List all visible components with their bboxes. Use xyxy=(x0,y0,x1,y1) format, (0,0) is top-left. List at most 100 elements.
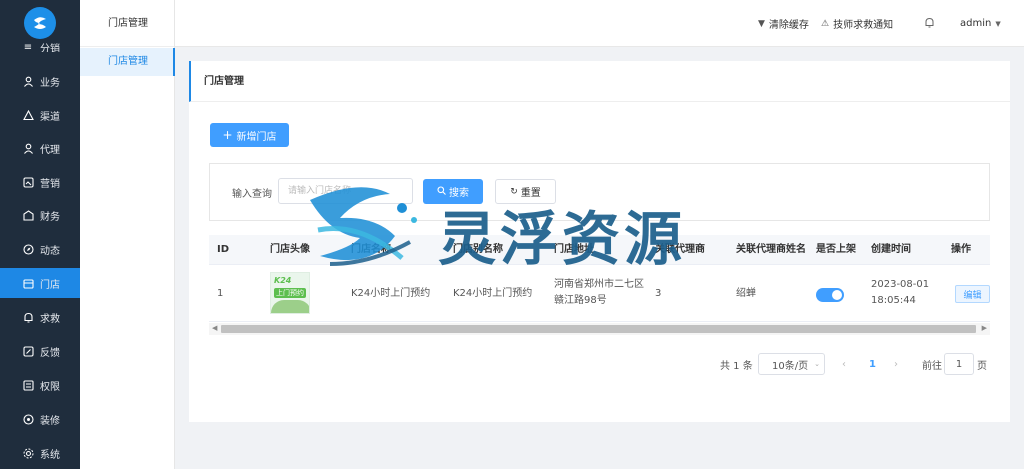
refresh-icon: ↻ xyxy=(510,186,518,197)
nav-item-label: 权限 xyxy=(40,381,60,393)
search-icon xyxy=(437,185,446,198)
goto-label: 前往 xyxy=(922,360,942,372)
horizontal-scrollbar[interactable]: ◀ ▶ xyxy=(209,323,990,335)
filter-panel: 输入查询 请输入门店名称 xyxy=(209,163,990,221)
nav-item-label: 分销 xyxy=(40,43,60,53)
column-header: ID xyxy=(217,244,230,255)
goto-page-input[interactable]: 1 xyxy=(944,353,974,375)
column-header: 关联代理商 xyxy=(655,244,705,255)
nav-item-business[interactable]: 业务 xyxy=(0,66,80,96)
nav-item-system[interactable]: 系统 xyxy=(0,438,80,468)
reset-button[interactable]: ↻ 重置 xyxy=(495,179,556,204)
finance-icon xyxy=(22,209,34,221)
nav-item-label: 门店 xyxy=(40,279,60,291)
column-header: 门店地址 xyxy=(554,244,594,255)
nav-item-label: 动态 xyxy=(40,245,60,257)
cell-address-line2: 赣江路98号 xyxy=(554,295,607,306)
column-header: 关联代理商姓名 xyxy=(736,244,806,255)
marketing-icon xyxy=(22,176,34,188)
scroll-right-icon[interactable]: ▶ xyxy=(982,324,987,332)
table-header: ID 门店头像 门店名称 门店别名称 门店地址 关联代理商 关联代理商姓名 是否… xyxy=(209,235,990,265)
sub-nav: 门店管理 门店管理 xyxy=(80,0,175,469)
column-header: 是否上架 xyxy=(816,244,856,255)
top-header: ▼ 清除缓存 ⚠ 技师求救通知 admin ▼ xyxy=(175,0,1024,47)
nav-item-label: 财务 xyxy=(40,211,60,223)
column-header: 门店名称 xyxy=(351,244,391,255)
clear-cache-label: 清除缓存 xyxy=(768,20,809,31)
avatar-caption: 上门预约 xyxy=(274,288,306,298)
sub-nav-item-store-management[interactable]: 门店管理 xyxy=(80,48,175,76)
scroll-left-icon[interactable]: ◀ xyxy=(212,324,217,332)
nav-item-channel[interactable]: 渠道 xyxy=(0,100,80,130)
avatar-brand: K24 xyxy=(274,276,292,285)
scrollbar-thumb[interactable] xyxy=(221,325,976,333)
caret-down-icon: ▼ xyxy=(995,19,1001,28)
nav-item-decoration[interactable]: 装修 xyxy=(0,404,80,434)
cell-agent-id: 3 xyxy=(655,288,662,299)
nav-item-agent[interactable]: 代理 xyxy=(0,133,80,163)
rescue-notice-button[interactable]: ⚠ 技师求救通知 xyxy=(821,0,893,47)
column-header: 门店头像 xyxy=(270,244,310,255)
user-menu[interactable]: admin ▼ xyxy=(960,0,1001,47)
search-input[interactable]: 请输入门店名称 xyxy=(278,178,413,204)
rescue-notice-label: 技师求救通知 xyxy=(833,20,894,31)
on-shelf-toggle[interactable] xyxy=(816,288,844,302)
nav-item-distribution[interactable]: ≡ 分销 xyxy=(0,40,80,53)
sub-nav-title: 门店管理 xyxy=(80,0,174,47)
nav-item-label: 渠道 xyxy=(40,111,60,123)
store-icon xyxy=(22,277,34,289)
cell-created-date: 2023-08-01 xyxy=(871,279,930,290)
distribution-icon: ≡ xyxy=(23,41,33,53)
store-avatar: K24 上门预约 xyxy=(270,272,310,314)
decoration-icon xyxy=(22,413,34,425)
clear-cache-button[interactable]: ▼ 清除缓存 xyxy=(758,0,809,47)
page-unit: 页 xyxy=(977,360,987,372)
nav-item-label: 营销 xyxy=(40,178,60,190)
prev-page-icon[interactable]: ‹ xyxy=(842,353,846,375)
alarm-icon: ⚠ xyxy=(821,18,830,29)
nav-item-label: 求救 xyxy=(40,313,60,325)
nav-item-feedback[interactable]: 反馈 xyxy=(0,336,80,366)
nav-item-store[interactable]: 门店 xyxy=(0,268,80,298)
bell-icon xyxy=(22,311,34,323)
notification-button[interactable] xyxy=(924,0,935,47)
cell-agent-name: 绍蝉 xyxy=(736,288,756,299)
agent-icon xyxy=(22,142,34,154)
user-icon xyxy=(22,75,34,87)
app-logo[interactable] xyxy=(24,7,56,39)
nav-item-rescue[interactable]: 求救 xyxy=(0,302,80,332)
nav-item-label: 系统 xyxy=(40,449,60,461)
add-store-button[interactable]: + 新增门店 xyxy=(210,123,289,147)
feedback-icon xyxy=(22,345,34,357)
cell-store-alias: K24小时上门预约 xyxy=(453,288,533,299)
nav-item-label: 代理 xyxy=(40,144,60,156)
search-label: 搜索 xyxy=(449,188,469,199)
table-row: 1 K24 上门预约 K24小时上门预约 K24小时上门预约 河南省郑州市二七区… xyxy=(209,265,990,322)
add-store-label: 新增门店 xyxy=(236,131,277,143)
column-header: 操作 xyxy=(951,244,971,255)
column-header: 门店别名称 xyxy=(453,244,503,255)
broom-icon: ▼ xyxy=(758,18,765,29)
next-page-icon[interactable]: › xyxy=(894,353,898,375)
cell-store-name: K24小时上门预约 xyxy=(351,288,431,299)
column-header: 创建时间 xyxy=(871,244,911,255)
main-nav: ≡ 分销 业务 渠道 代理 营销 财务 动态 门店 求救 反馈 权限 装修 系统 xyxy=(0,0,80,469)
page-title: 门店管理 xyxy=(189,61,1010,102)
nav-item-label: 装修 xyxy=(40,415,60,427)
edit-button[interactable]: 编辑 xyxy=(955,285,990,303)
pagination-total: 共 1 条 xyxy=(720,360,753,372)
page-size-value: 10条/页 xyxy=(772,360,809,372)
nav-item-finance[interactable]: 财务 xyxy=(0,200,80,230)
plus-icon: + xyxy=(222,128,233,142)
permission-icon xyxy=(22,379,34,391)
cell-created-time: 18:05:44 xyxy=(871,295,916,306)
page-size-select[interactable]: 10条/页 ⌄ xyxy=(758,353,825,375)
nav-item-permission[interactable]: 权限 xyxy=(0,370,80,400)
nav-item-marketing[interactable]: 营销 xyxy=(0,167,80,197)
search-button[interactable]: 搜索 xyxy=(423,179,483,204)
bell-icon xyxy=(924,17,935,31)
page-number[interactable]: 1 xyxy=(869,353,876,375)
nav-item-label: 业务 xyxy=(40,77,60,89)
cell-address-line1: 河南省郑州市二七区 xyxy=(554,279,644,290)
nav-item-dynamics[interactable]: 动态 xyxy=(0,234,80,264)
